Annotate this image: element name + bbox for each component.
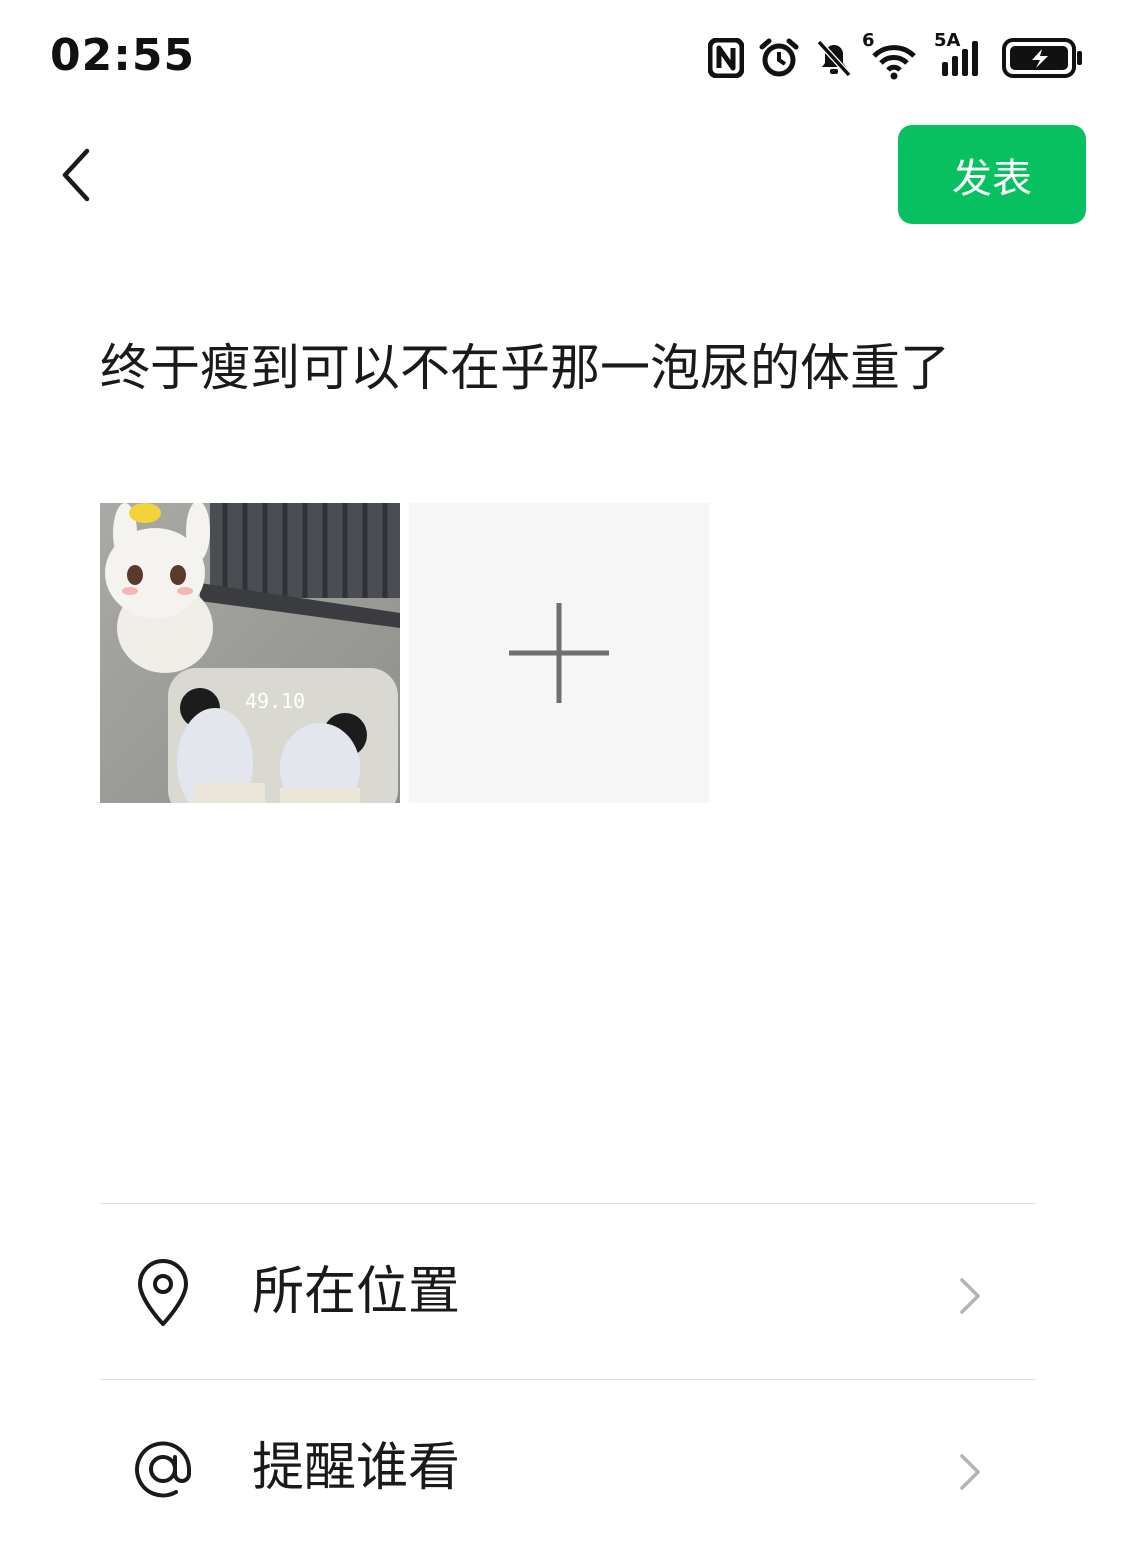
- location-pin-icon: [138, 1259, 188, 1326]
- battery-charging-icon: [1002, 37, 1084, 79]
- plus-icon: [509, 603, 609, 703]
- back-chevron-icon: [62, 148, 90, 202]
- photo-thumbnail[interactable]: 49.10: [100, 503, 400, 803]
- mention-row[interactable]: 提醒谁看: [100, 1380, 1036, 1555]
- mention-label: 提醒谁看: [252, 1438, 461, 1498]
- alarm-icon: [758, 37, 800, 79]
- post-text-input[interactable]: 终于瘦到可以不在乎那一泡尿的体重了: [100, 336, 1060, 400]
- back-button[interactable]: [40, 140, 110, 210]
- signal-badge: 5A: [934, 30, 961, 51]
- status-icons: 6 5A: [708, 30, 1084, 80]
- status-bar: 02:55 6 5A: [0, 0, 1136, 115]
- chevron-right-icon: [960, 1454, 980, 1490]
- wifi-badge: 6: [862, 30, 875, 51]
- location-label: 所在位置: [252, 1262, 461, 1322]
- wifi-6-icon: 6: [862, 30, 920, 80]
- chevron-right-icon: [960, 1278, 980, 1314]
- publish-button[interactable]: 发表: [898, 125, 1086, 224]
- at-sign-icon: [135, 1441, 191, 1498]
- 5a-signal-icon: 5A: [934, 30, 988, 80]
- scale-reading: 49.10: [245, 689, 305, 713]
- add-photo-button[interactable]: [409, 503, 709, 803]
- nfc-icon: [708, 38, 744, 78]
- location-row[interactable]: 所在位置: [100, 1204, 1036, 1379]
- status-time: 02:55: [50, 30, 196, 81]
- mute-bell-icon: [814, 37, 854, 79]
- photo-image: 49.10: [100, 503, 400, 803]
